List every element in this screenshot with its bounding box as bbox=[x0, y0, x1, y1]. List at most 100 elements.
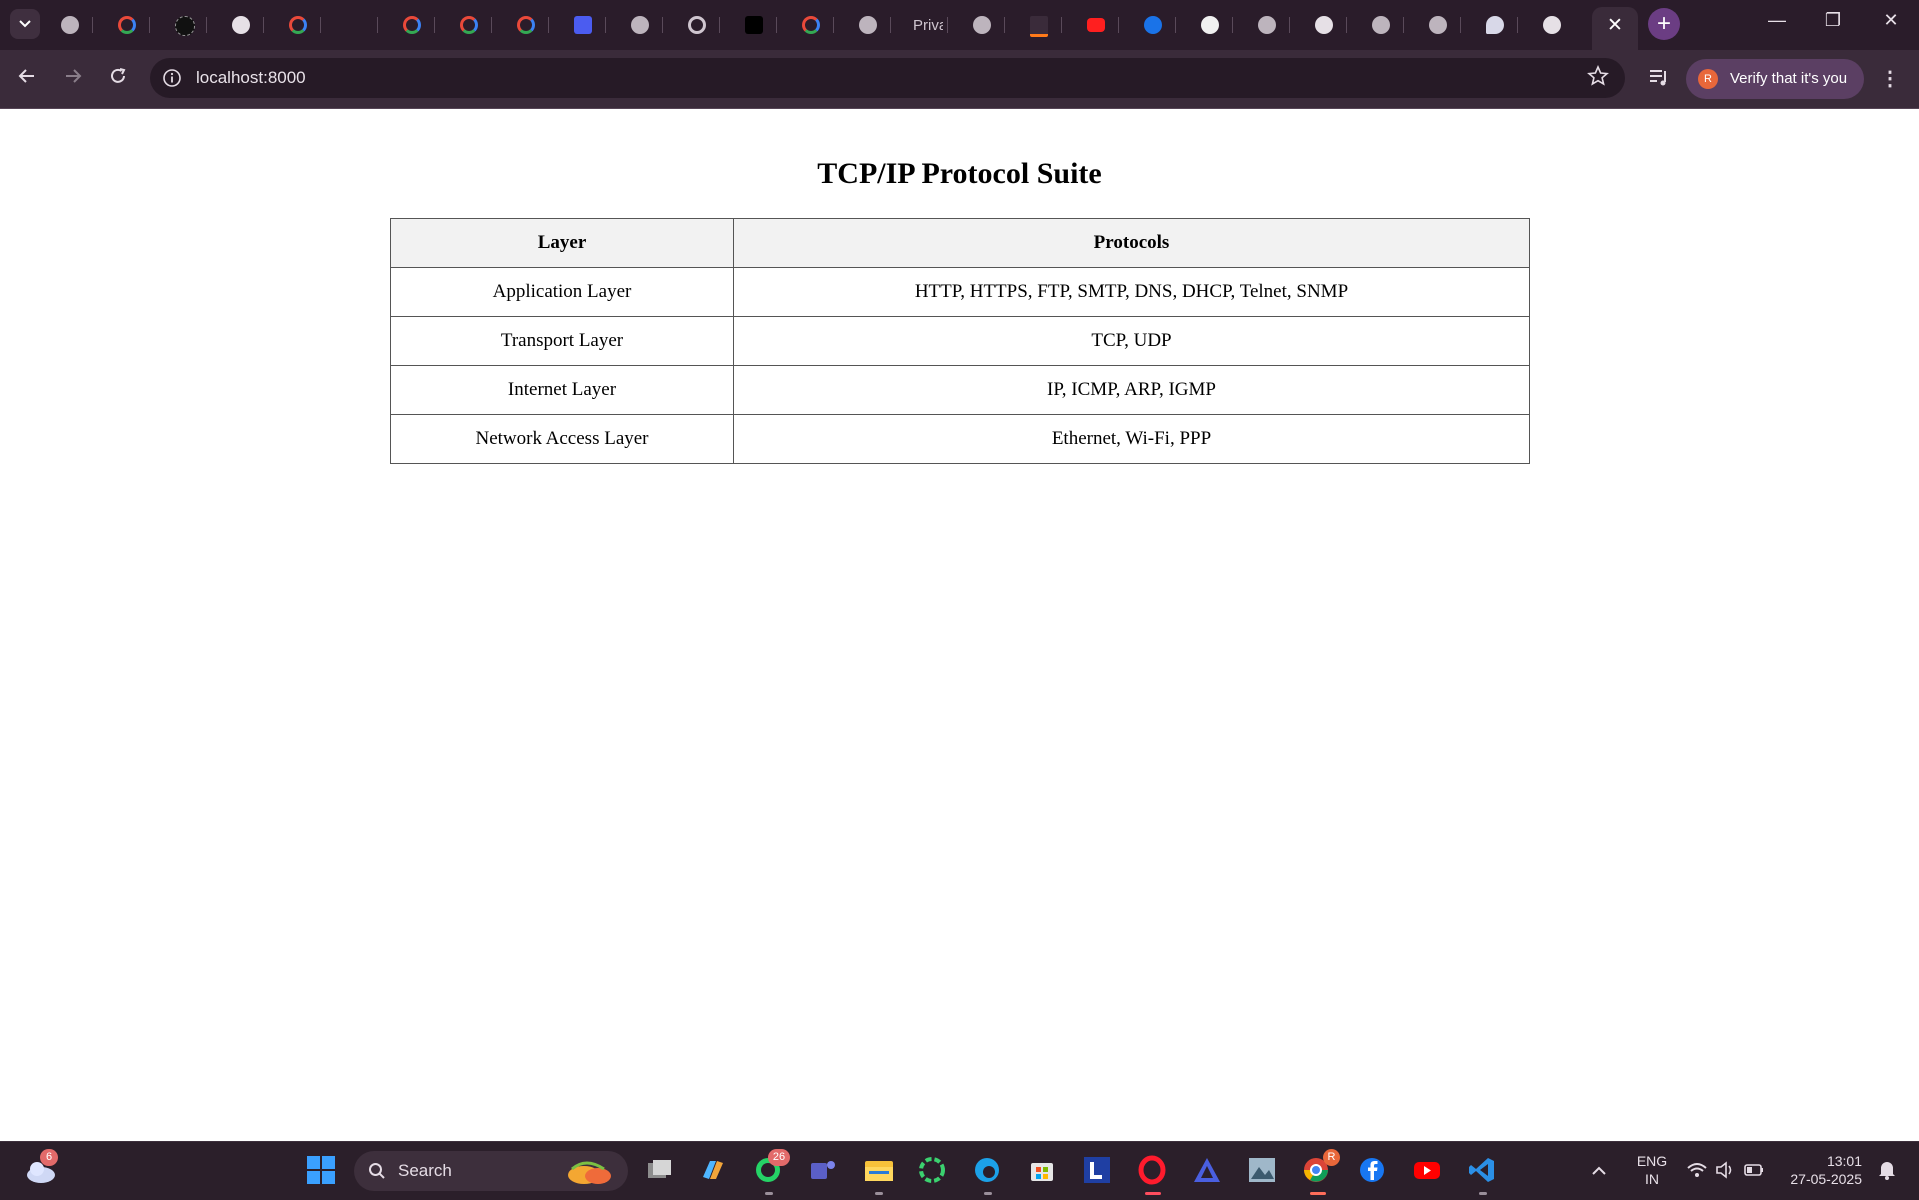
opera-icon[interactable] bbox=[1137, 1155, 1169, 1187]
vscode-icon[interactable] bbox=[1467, 1155, 1499, 1187]
tab[interactable] bbox=[732, 8, 777, 42]
verify-identity-button[interactable]: R Verify that it's you bbox=[1686, 59, 1864, 99]
copilot-icon[interactable] bbox=[698, 1155, 730, 1187]
taskbar-search[interactable]: Search bbox=[354, 1151, 628, 1191]
tab[interactable] bbox=[390, 8, 435, 42]
active-tab[interactable]: ✕ bbox=[1592, 7, 1638, 50]
media-controls-icon[interactable] bbox=[1648, 67, 1670, 89]
google-icon bbox=[289, 16, 307, 34]
tab[interactable] bbox=[504, 8, 549, 42]
google-icon bbox=[460, 16, 478, 34]
whatsapp-icon[interactable]: 26 bbox=[753, 1149, 790, 1187]
openai-icon bbox=[232, 16, 250, 34]
wifi-icon[interactable] bbox=[1686, 1155, 1708, 1187]
google-icon bbox=[802, 16, 820, 34]
tab[interactable] bbox=[105, 8, 150, 42]
language-code: ENG bbox=[1636, 1153, 1668, 1169]
tab[interactable] bbox=[1302, 8, 1347, 42]
openai-icon bbox=[1315, 16, 1333, 34]
address-bar[interactable]: localhost:8000 bbox=[150, 58, 1625, 98]
code-icon bbox=[574, 16, 592, 34]
new-tab-button[interactable]: + bbox=[1648, 8, 1680, 40]
app-ring-icon[interactable] bbox=[917, 1155, 949, 1187]
weather-icon[interactable]: 6 bbox=[24, 1149, 58, 1187]
teams-icon[interactable] bbox=[808, 1155, 840, 1187]
tab[interactable] bbox=[1359, 8, 1404, 42]
notification-bell-icon[interactable] bbox=[1876, 1155, 1900, 1187]
table-row: Network Access Layer Ethernet, Wi-Fi, PP… bbox=[390, 414, 1530, 464]
facebook-icon[interactable] bbox=[1357, 1155, 1389, 1187]
edge-icon[interactable] bbox=[972, 1155, 1004, 1187]
tab[interactable] bbox=[1188, 8, 1233, 42]
back-button[interactable] bbox=[12, 64, 42, 94]
start-button[interactable] bbox=[306, 1155, 338, 1187]
clock-time: 13:01 bbox=[1826, 1153, 1862, 1169]
reload-button[interactable] bbox=[103, 64, 133, 94]
tab[interactable]: Priva bbox=[903, 8, 948, 42]
stackademic-icon bbox=[175, 16, 195, 36]
info-icon[interactable] bbox=[162, 68, 182, 88]
globe-icon bbox=[859, 16, 877, 34]
protocols-cell: IP, ICMP, ARP, IGMP bbox=[733, 365, 1530, 415]
youtube-taskbar-icon[interactable] bbox=[1412, 1155, 1444, 1187]
volume-icon[interactable] bbox=[1714, 1155, 1736, 1187]
taskbar: 6 Search 26 R ENG IN 13:01 27-05-2025 bbox=[0, 1141, 1919, 1200]
tab[interactable] bbox=[333, 8, 378, 42]
url-text[interactable]: localhost:8000 bbox=[196, 68, 306, 88]
tab[interactable] bbox=[162, 8, 207, 42]
weather-badge: 6 bbox=[40, 1149, 58, 1166]
restore-button[interactable]: ❐ bbox=[1818, 10, 1848, 31]
star-icon[interactable] bbox=[1587, 65, 1609, 87]
tab[interactable] bbox=[276, 8, 321, 42]
globe-icon bbox=[61, 16, 79, 34]
tab[interactable] bbox=[846, 8, 891, 42]
google-icon bbox=[118, 16, 136, 34]
layer-cell: Network Access Layer bbox=[390, 414, 734, 464]
tab[interactable] bbox=[219, 8, 264, 42]
tab[interactable] bbox=[1530, 8, 1574, 42]
google-icon bbox=[403, 16, 421, 34]
tab[interactable] bbox=[1473, 8, 1518, 42]
globe-icon bbox=[631, 16, 649, 34]
tab-search-button[interactable] bbox=[10, 9, 40, 39]
chevron-up-icon[interactable] bbox=[1589, 1155, 1613, 1187]
tab[interactable] bbox=[675, 8, 720, 42]
tab[interactable] bbox=[48, 8, 93, 42]
forward-button[interactable] bbox=[58, 64, 88, 94]
c-icon bbox=[1144, 16, 1162, 34]
tab[interactable] bbox=[618, 8, 663, 42]
youtube-icon bbox=[1087, 18, 1105, 32]
artifact-icon[interactable] bbox=[1192, 1155, 1224, 1187]
tab[interactable] bbox=[1416, 8, 1461, 42]
tab[interactable] bbox=[561, 8, 606, 42]
image-app-icon[interactable] bbox=[1247, 1155, 1279, 1187]
globe-icon bbox=[1429, 16, 1447, 34]
layer-cell: Internet Layer bbox=[390, 365, 734, 415]
tab[interactable] bbox=[1245, 8, 1290, 42]
invision-icon bbox=[1030, 16, 1048, 37]
reload-icon bbox=[111, 68, 126, 83]
language-indicator[interactable]: ENG IN bbox=[1630, 1152, 1674, 1188]
tab[interactable] bbox=[447, 8, 492, 42]
minimize-button[interactable]: — bbox=[1762, 10, 1792, 31]
store-icon[interactable] bbox=[1027, 1155, 1059, 1187]
close-tab-icon[interactable]: ✕ bbox=[1607, 14, 1623, 37]
search-label: Search bbox=[398, 1161, 452, 1180]
l-app-icon[interactable] bbox=[1082, 1155, 1114, 1187]
clock[interactable]: 13:01 27-05-2025 bbox=[1782, 1152, 1862, 1188]
battery-icon[interactable] bbox=[1743, 1155, 1765, 1187]
tab[interactable] bbox=[1017, 8, 1062, 42]
chevron-down-icon bbox=[19, 20, 31, 28]
chrome-profile-badge: R bbox=[1323, 1149, 1340, 1166]
tab[interactable] bbox=[1074, 8, 1119, 42]
search-icon bbox=[369, 1163, 385, 1179]
tab[interactable] bbox=[789, 8, 834, 42]
chrome-taskbar-icon[interactable]: R bbox=[1297, 1149, 1340, 1187]
tab[interactable] bbox=[960, 8, 1005, 42]
google-icon bbox=[517, 16, 535, 34]
close-window-button[interactable]: ✕ bbox=[1876, 10, 1906, 31]
task-view-icon[interactable] bbox=[644, 1155, 676, 1187]
file-explorer-icon[interactable] bbox=[863, 1155, 895, 1187]
menu-kebab-icon[interactable]: ⋮ bbox=[1880, 66, 1900, 91]
tab[interactable] bbox=[1131, 8, 1176, 42]
